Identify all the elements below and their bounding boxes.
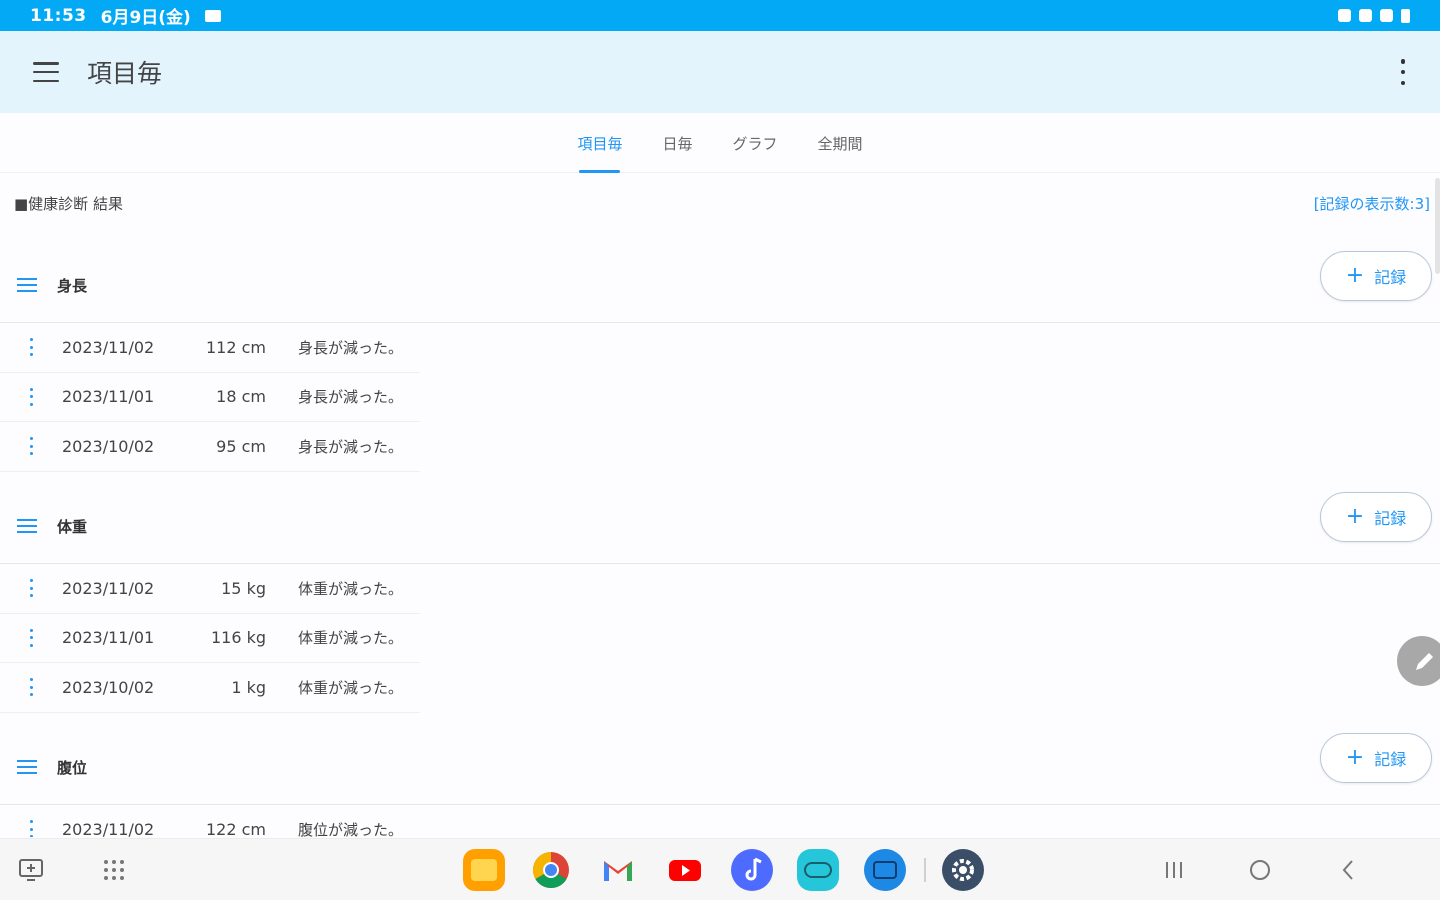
row-menu-icon[interactable] bbox=[30, 338, 34, 356]
plus-icon: + bbox=[1345, 263, 1365, 288]
group-header: 腹位 + 記録 bbox=[0, 733, 1440, 805]
group-header: 体重 + 記録 bbox=[0, 492, 1440, 564]
group-header: 身長 + 記録 bbox=[0, 251, 1440, 323]
tab-all-period[interactable]: 全期間 bbox=[818, 113, 863, 173]
status-icons bbox=[1338, 8, 1410, 23]
row-date: 2023/11/02 bbox=[62, 819, 155, 837]
settings-icon[interactable] bbox=[942, 849, 984, 891]
pencil-icon bbox=[1416, 653, 1433, 670]
row-value: 18 cm bbox=[216, 387, 266, 407]
row-value: 95 cm bbox=[216, 436, 266, 456]
app-drawer-icon[interactable] bbox=[100, 839, 128, 900]
tab-by-day[interactable]: 日毎 bbox=[662, 113, 692, 173]
gmail-icon[interactable] bbox=[597, 849, 639, 891]
home-icon[interactable] bbox=[1246, 839, 1274, 900]
row-date: 2023/10/02 bbox=[62, 677, 155, 697]
status-time: 11:53 bbox=[30, 5, 87, 26]
tab-bar: 項目毎 日毎 グラフ 全期間 bbox=[0, 113, 1440, 173]
row-menu-icon[interactable] bbox=[30, 628, 34, 647]
row-menu-icon[interactable] bbox=[30, 678, 34, 696]
add-record-button[interactable]: + 記録 bbox=[1320, 251, 1432, 301]
record-list: 2023/11/02 122 cm 腹位が減った。 bbox=[0, 805, 420, 837]
battery-icon bbox=[1401, 8, 1410, 23]
notification-icon bbox=[204, 9, 221, 22]
group-weight: 体重 + 記録 2023/11/02 15 kg 体重が減った。 2023/11… bbox=[0, 492, 1440, 713]
row-menu-icon[interactable] bbox=[30, 820, 34, 837]
back-icon[interactable] bbox=[1334, 839, 1362, 900]
plus-icon: + bbox=[1345, 745, 1365, 770]
dock-divider bbox=[924, 858, 926, 882]
row-note: 腹位が減った。 bbox=[298, 820, 404, 837]
hamburger-menu-icon[interactable] bbox=[33, 62, 59, 82]
table-row: 2023/11/02 15 kg 体重が減った。 bbox=[0, 564, 420, 614]
record-list: 2023/11/02 112 cm 身長が減った。 2023/11/01 18 … bbox=[0, 323, 420, 472]
add-record-button[interactable]: + 記録 bbox=[1320, 492, 1432, 542]
drag-handle-icon[interactable] bbox=[17, 278, 37, 292]
add-record-button[interactable]: + 記録 bbox=[1320, 733, 1432, 783]
row-note: 身長が減った。 bbox=[298, 437, 404, 456]
group-name: 身長 bbox=[57, 277, 88, 295]
table-row: 2023/10/02 95 cm 身長が減った。 bbox=[0, 422, 420, 472]
record-list: 2023/11/02 15 kg 体重が減った。 2023/11/01 116 … bbox=[0, 564, 420, 713]
row-value: 122 cm bbox=[205, 819, 266, 837]
edit-fab-button[interactable] bbox=[1397, 636, 1440, 686]
add-record-label: 記録 bbox=[1374, 750, 1407, 769]
row-value: 1 kg bbox=[231, 677, 266, 697]
record-count-link[interactable]: [記録の表示数:3] bbox=[1314, 193, 1430, 214]
row-note: 体重が減った。 bbox=[298, 678, 404, 697]
row-note: 身長が減った。 bbox=[298, 388, 404, 407]
table-row: 2023/11/01 18 cm 身長が減った。 bbox=[0, 373, 420, 422]
youtube-icon[interactable] bbox=[664, 849, 706, 891]
row-note: 体重が減った。 bbox=[298, 629, 404, 648]
gamepad-icon[interactable] bbox=[797, 849, 839, 891]
status-bar: 11:53 6月9日(金) bbox=[0, 0, 1440, 31]
drag-handle-icon[interactable] bbox=[17, 760, 37, 774]
row-menu-icon[interactable] bbox=[30, 579, 34, 597]
row-value: 112 cm bbox=[205, 337, 266, 357]
status-date: 6月9日(金) bbox=[100, 8, 191, 28]
row-menu-icon[interactable] bbox=[30, 387, 34, 406]
table-row: 2023/10/02 1 kg 体重が減った。 bbox=[0, 663, 420, 713]
add-record-label: 記録 bbox=[1374, 509, 1407, 528]
screenshot-icon[interactable] bbox=[14, 839, 48, 900]
drag-handle-icon[interactable] bbox=[17, 519, 37, 533]
row-value: 116 kg bbox=[210, 628, 266, 648]
row-date: 2023/10/02 bbox=[62, 436, 155, 456]
table-row: 2023/11/02 122 cm 腹位が減った。 bbox=[0, 805, 420, 837]
table-row: 2023/11/02 112 cm 身長が減った。 bbox=[0, 323, 420, 373]
files-icon[interactable] bbox=[463, 849, 505, 891]
chrome-icon[interactable] bbox=[530, 849, 572, 891]
add-record-label: 記録 bbox=[1374, 268, 1407, 287]
tab-graph[interactable]: グラフ bbox=[733, 113, 778, 173]
table-row: 2023/11/01 116 kg 体重が減った。 bbox=[0, 614, 420, 663]
overflow-menu-icon[interactable] bbox=[1400, 59, 1406, 85]
row-value: 15 kg bbox=[221, 578, 266, 598]
row-note: 身長が減った。 bbox=[298, 338, 404, 357]
group-name: 腹位 bbox=[57, 759, 88, 777]
tab-by-item[interactable]: 項目毎 bbox=[577, 113, 622, 173]
wifi-icon bbox=[1380, 9, 1393, 22]
group-waist: 腹位 + 記録 2023/11/02 122 cm 腹位が減った。 bbox=[0, 733, 1440, 837]
row-date: 2023/11/01 bbox=[62, 628, 155, 648]
recent-apps-icon[interactable] bbox=[1160, 839, 1188, 900]
bluetooth-icon bbox=[1338, 9, 1351, 22]
row-date: 2023/11/01 bbox=[62, 387, 155, 407]
video-icon[interactable] bbox=[864, 849, 906, 891]
row-menu-icon[interactable] bbox=[30, 437, 34, 455]
row-note: 体重が減った。 bbox=[298, 579, 404, 598]
app-bar: 項目毎 bbox=[0, 31, 1440, 113]
group-height: 身長 + 記録 2023/11/02 112 cm 身長が減った。 2023/1… bbox=[0, 251, 1440, 472]
section-title: ■健康診断 結果 bbox=[14, 195, 123, 213]
group-name: 体重 bbox=[57, 518, 88, 536]
plus-icon: + bbox=[1345, 504, 1365, 529]
page-title: 項目毎 bbox=[87, 59, 163, 88]
mute-icon bbox=[1359, 9, 1372, 22]
row-date: 2023/11/02 bbox=[62, 578, 155, 598]
music-icon[interactable] bbox=[731, 849, 773, 891]
system-nav-bar bbox=[0, 838, 1440, 900]
row-date: 2023/11/02 bbox=[62, 337, 155, 357]
